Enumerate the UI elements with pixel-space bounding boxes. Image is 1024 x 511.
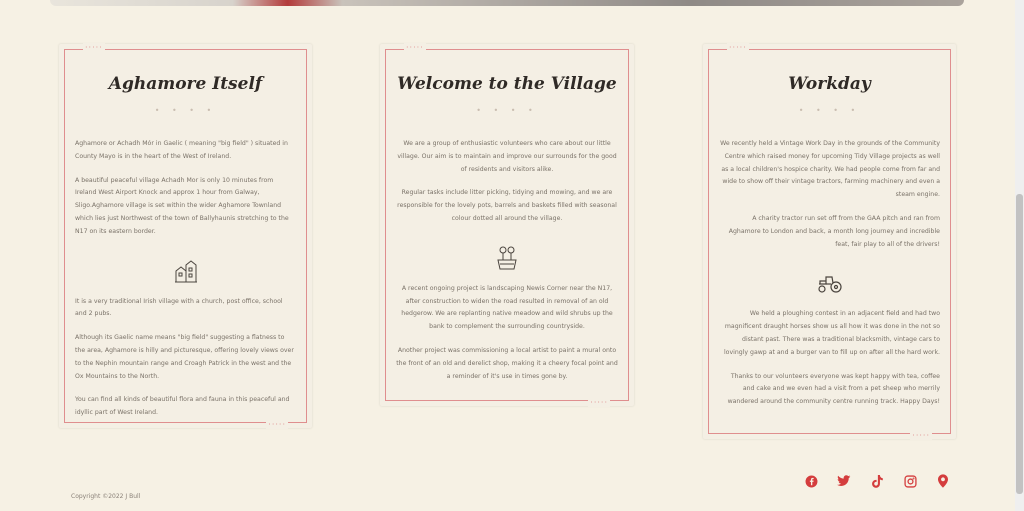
card-paragraph: A charity tractor run set off from the G… [728,214,940,248]
card-body: We recently held a Vintage Work Day in t… [719,138,940,420]
card-aghamore-itself: Aghamore Itself • • • • Aghamore or Acha… [59,43,312,431]
card-workday: Workday • • • • We recently held a Vinta… [703,43,956,440]
card-paragraph: We are a group of enthusiastic volunteer… [397,140,617,173]
social-links [804,474,950,488]
card-title: Workday [788,74,871,94]
village-houses-icon [75,250,296,292]
map-pin-icon[interactable] [936,474,950,488]
copyright-text: Copyright ©2022 J Bull [71,493,141,500]
card-paragraph: Another project was commissioning a loca… [396,346,618,380]
card-paragraph: You can find all kinds of beautiful flor… [75,396,290,417]
title-divider: • • • • [798,106,861,115]
card-paragraph: Regular tasks include litter picking, ti… [397,189,617,222]
card-paragraph: We recently held a Vintage Work Day in t… [720,140,940,199]
card-paragraph: Aghamore or Achadh Mór in Gaelic ( meani… [75,140,288,160]
title-divider: • • • • [476,106,538,115]
instagram-icon[interactable] [903,474,917,488]
title-divider: • • • • [154,106,217,115]
tractor-icon [719,262,940,304]
hero-image-strip [50,0,964,6]
card-title: Aghamore Itself [108,74,263,94]
card-paragraph: Although its Gaelic name means "big fiel… [75,334,294,380]
tiktok-icon[interactable] [870,474,884,488]
scrollbar-thumb[interactable] [1016,194,1023,494]
card-paragraph: A recent ongoing project is landscaping … [401,284,613,331]
page-scrollbar[interactable] [1015,0,1024,511]
flower-planter-icon [396,237,618,279]
twitter-icon[interactable] [837,474,851,488]
card-body: We are a group of enthusiastic volunteer… [396,138,618,394]
facebook-icon[interactable] [804,474,818,488]
card-body: Aghamore or Achadh Mór in Gaelic ( meani… [75,138,296,431]
card-paragraph: A beautiful peaceful village Achadh Mor … [75,176,289,235]
card-welcome-to-the-village: Welcome to the Village • • • • We are a … [380,43,634,407]
card-paragraph: It is a very traditional Irish village w… [75,297,283,318]
card-title: Welcome to the Village [397,74,617,94]
card-paragraph: Thanks to our volunteers everyone was ke… [727,372,940,406]
card-paragraph: We held a ploughing contest in an adjace… [723,310,940,356]
